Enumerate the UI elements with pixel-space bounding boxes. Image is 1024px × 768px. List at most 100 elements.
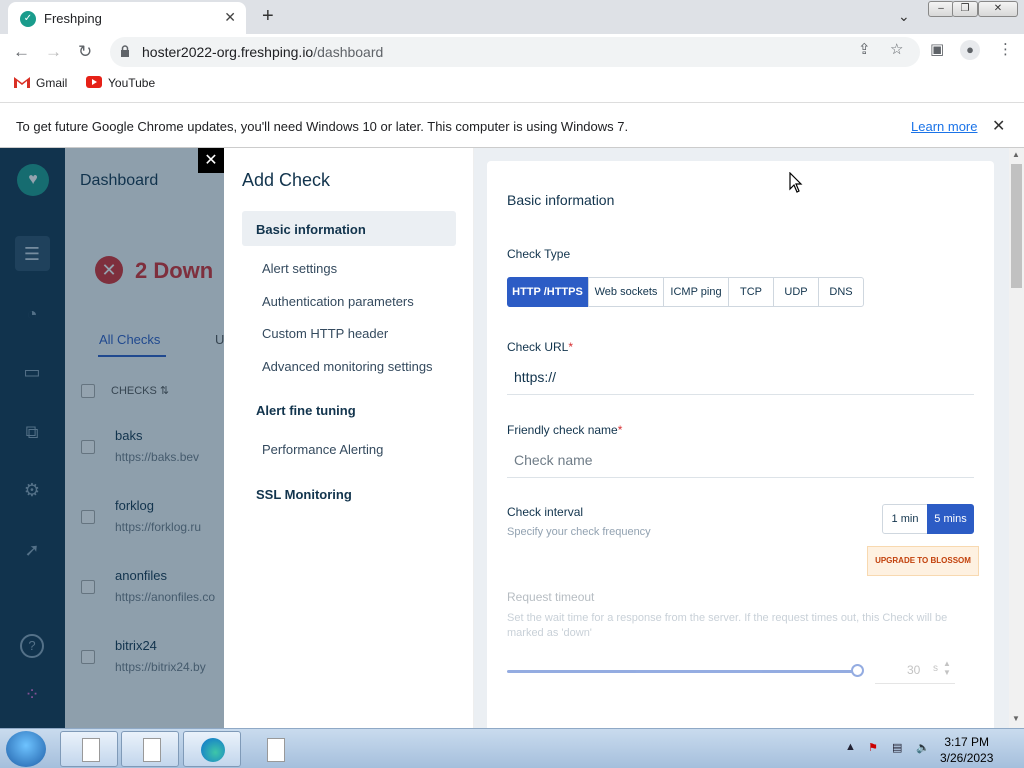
gmail-icon	[14, 77, 30, 88]
url-path: /dashboard	[313, 44, 384, 60]
check-type-http[interactable]: HTTP /HTTPS	[507, 277, 588, 307]
tab-close-icon[interactable]: ✕	[224, 9, 236, 26]
lock-icon	[121, 45, 129, 57]
youtube-icon	[86, 76, 102, 88]
timeout-slider-knob[interactable]	[851, 664, 864, 677]
system-clock[interactable]: 3:17 PM 3/26/2023	[940, 734, 993, 766]
tab-title: Freshping	[44, 11, 102, 26]
friendly-name-input[interactable]: Check name	[507, 444, 974, 478]
bookmark-gmail[interactable]: Gmail	[14, 76, 67, 90]
bookmark-gmail-label: Gmail	[36, 76, 68, 90]
check-type-dns[interactable]: DNS	[818, 277, 864, 307]
check-type-tcp[interactable]: TCP	[728, 277, 774, 307]
nav-alert-settings[interactable]: Alert settings	[262, 261, 337, 276]
url-text: hoster2022-org.freshping.io/dashboard	[142, 44, 383, 60]
add-check-nav: Add Check Basic information Alert settin…	[224, 148, 474, 728]
side-panel-icon[interactable]: ▣	[930, 40, 944, 58]
windows-start-icon[interactable]	[6, 731, 46, 767]
learn-more-link[interactable]: Learn more	[911, 119, 977, 134]
check-interval-hint: Specify your check frequency	[507, 526, 651, 538]
url-host: hoster2022-org.freshping.io	[142, 44, 314, 60]
forward-arrow-icon[interactable]: →	[45, 42, 62, 62]
freshping-favicon-icon: ✓	[20, 11, 36, 27]
nav-custom-http-header[interactable]: Custom HTTP header	[262, 326, 388, 341]
nav-alert-fine-tuning[interactable]: Alert fine tuning	[256, 403, 356, 418]
check-type-label: Check Type	[507, 247, 571, 261]
file-icon	[143, 738, 161, 762]
stepper-arrows-icon[interactable]: ▲ ▼	[943, 659, 951, 677]
file-icon	[267, 738, 285, 762]
timeout-value: 30	[907, 663, 921, 677]
modal-backdrop[interactable]	[0, 148, 225, 728]
check-url-label: Check URL*	[507, 340, 573, 354]
required-asterisk: *	[617, 423, 623, 437]
upgrade-button[interactable]: UPGRADE TO BLOSSOM	[867, 546, 979, 576]
infobar-close-icon[interactable]: ✕	[992, 116, 1005, 136]
mouse-cursor-icon	[789, 172, 803, 193]
interval-1-min[interactable]: 1 min	[882, 504, 928, 534]
form-content: Basic information Check Type HTTP /HTTPS…	[474, 148, 1024, 728]
timeout-value-input[interactable]: 30 s ▲ ▼	[875, 658, 955, 684]
bookmark-star-icon[interactable]: ☆	[890, 40, 903, 58]
interval-5-mins[interactable]: 5 mins	[927, 504, 974, 534]
browser-tab-bar: ✓ Freshping ✕ + ⌄ – ❐ ✕	[0, 0, 1024, 34]
window-close-button[interactable]: ✕	[978, 1, 1018, 17]
panel-title: Add Check	[242, 170, 331, 190]
freshping-app: ♥ ☰ ◔ ▭ ⧉ ⚙ ➚ ? ⁘ Dashboard ✕ 2 Down All …	[0, 148, 1024, 728]
taskbar-file-button[interactable]	[245, 731, 303, 767]
share-icon[interactable]: ⇪	[858, 40, 871, 58]
back-arrow-icon[interactable]: ←	[13, 42, 30, 62]
request-timeout-hint: Set the wait time for a response from th…	[507, 612, 948, 639]
check-url-label-text: Check URL	[507, 340, 569, 354]
new-tab-icon[interactable]: +	[262, 5, 274, 28]
edge-icon	[201, 738, 225, 762]
taskbar-file-button[interactable]	[121, 731, 179, 767]
clock-date: 3/26/2023	[940, 751, 994, 765]
action-center-icon[interactable]: ⚑	[868, 741, 878, 754]
network-icon[interactable]: ▤	[892, 741, 902, 754]
bookmark-youtube[interactable]: YouTube	[86, 76, 155, 90]
tray-expand-icon[interactable]: ▲	[845, 741, 856, 753]
browser-tab[interactable]: ✓ Freshping ✕	[8, 2, 246, 34]
windows-taskbar: ▲ ⚑ ▤ 🔈 3:17 PM 3/26/2023	[0, 728, 1024, 768]
volume-icon[interactable]: 🔈	[916, 741, 930, 754]
browser-toolbar: ← → ↻ hoster2022-org.freshping.io/dashbo…	[0, 34, 1024, 70]
panel-close-icon[interactable]: ✕	[198, 148, 224, 173]
friendly-name-label-text: Friendly check name	[507, 423, 618, 437]
timeout-slider-track[interactable]	[507, 670, 857, 673]
basic-information-card: Basic information Check Type HTTP /HTTPS…	[487, 161, 994, 728]
file-icon	[82, 738, 100, 762]
nav-advanced-monitoring[interactable]: Advanced monitoring settings	[262, 359, 433, 374]
add-check-panel: Add Check Basic information Alert settin…	[224, 148, 1024, 728]
nav-authentication-parameters[interactable]: Authentication parameters	[262, 294, 414, 309]
menu-kebab-icon[interactable]: ⋮	[998, 40, 1013, 58]
chrome-update-infobar: To get future Google Chrome updates, you…	[0, 102, 1024, 148]
check-type-websockets[interactable]: Web sockets	[588, 277, 664, 307]
scroll-down-arrow-icon[interactable]: ▼	[1012, 714, 1020, 723]
taskbar-file-button[interactable]	[60, 731, 118, 767]
check-url-input[interactable]: https://	[507, 361, 974, 395]
profile-avatar-icon[interactable]: ●	[960, 40, 980, 60]
tab-search-chevron-icon[interactable]: ⌄	[898, 8, 910, 25]
content-scrollbar[interactable]: ▲ ▼	[1009, 148, 1024, 728]
nav-ssl-monitoring[interactable]: SSL Monitoring	[256, 487, 352, 502]
restore-button[interactable]: ❐	[952, 1, 978, 17]
nav-performance-alerting[interactable]: Performance Alerting	[262, 442, 383, 457]
address-bar[interactable]: hoster2022-org.freshping.io/dashboard	[110, 37, 920, 67]
check-type-icmp[interactable]: ICMP ping	[663, 277, 729, 307]
minimize-button[interactable]: –	[928, 1, 954, 17]
section-title: Basic information	[507, 192, 615, 208]
nav-basic-information[interactable]: Basic information	[256, 222, 366, 237]
bookmarks-bar: Gmail YouTube	[0, 70, 1024, 98]
bookmark-youtube-label: YouTube	[108, 76, 156, 90]
taskbar-edge-button[interactable]	[183, 731, 241, 767]
timeout-unit: s	[933, 663, 938, 674]
friendly-name-label: Friendly check name*	[507, 423, 622, 437]
check-interval-label: Check interval	[507, 505, 584, 519]
check-type-udp[interactable]: UDP	[773, 277, 819, 307]
scrollbar-thumb[interactable]	[1011, 164, 1022, 288]
clock-time: 3:17 PM	[944, 735, 990, 749]
request-timeout-label: Request timeout	[507, 590, 595, 604]
reload-icon[interactable]: ↻	[78, 42, 92, 62]
scroll-up-arrow-icon[interactable]: ▲	[1012, 150, 1020, 159]
